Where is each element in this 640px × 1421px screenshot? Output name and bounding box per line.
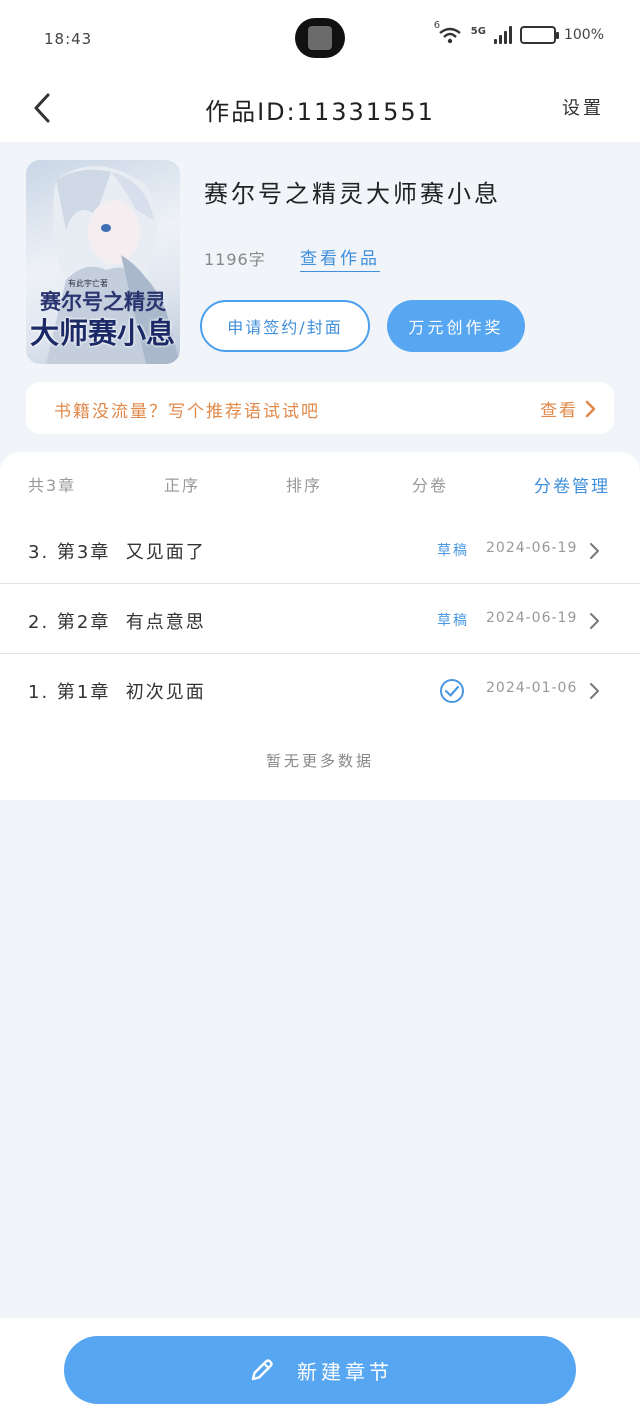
promo-text: 书籍没流量？写个推荐语试试吧 [54, 402, 320, 422]
promo-view-label: 查看 [540, 401, 578, 421]
chapter-toolbar: 共3章 正序 排序 分卷 分卷管理 [0, 452, 640, 514]
battery-icon [519, 26, 559, 44]
chapter-row[interactable]: 2. 第2章 有点意思 草稿 2024-06-19 [0, 584, 640, 654]
chevron-right-icon [590, 613, 599, 629]
signal-icon [493, 26, 512, 44]
book-cover[interactable]: 有此宇亡著 赛尔号之精灵 大师赛小息 [26, 160, 180, 364]
draft-badge: 草稿 [437, 543, 469, 559]
promo-view-button[interactable]: 查看 [540, 396, 596, 421]
chapter-title: 3. 第3章 又见面了 [28, 542, 206, 563]
draft-badge: 草稿 [437, 613, 469, 629]
status-bar: 18:43 6 5G 100% [0, 0, 640, 78]
settings-button[interactable]: 设置 [562, 94, 604, 120]
cover-title-line2: 大师赛小息 [30, 316, 176, 350]
chapter-date: 2024-06-19 [486, 610, 578, 626]
battery-percent: 100% [563, 27, 604, 43]
creation-award-button[interactable]: 万元创作奖 [387, 300, 525, 352]
view-work-link[interactable]: 查看作品 [300, 244, 380, 272]
new-chapter-button[interactable]: 新建章节 [64, 1336, 576, 1404]
chapter-count: 共3章 [28, 476, 77, 495]
published-check-icon [440, 679, 464, 703]
pencil-icon [251, 1359, 273, 1381]
chevron-right-icon [590, 683, 599, 699]
chapter-panel: 共3章 正序 排序 分卷 分卷管理 3. 第3章 又见面了 草稿 2024-06… [0, 452, 640, 800]
book-title: 赛尔号之精灵大师赛小息 [204, 180, 501, 208]
word-count: 1196字 [204, 250, 266, 269]
page-title: 作品ID:11331551 [205, 98, 435, 126]
bottom-bar: 新建章节 [0, 1318, 640, 1421]
status-icons: 6 5G 100% [434, 20, 604, 44]
promo-banner[interactable]: 书籍没流量？写个推荐语试试吧 查看 [26, 382, 614, 434]
list-end-text: 暂无更多数据 [265, 752, 374, 770]
new-chapter-label: 新建章节 [297, 1359, 393, 1384]
chevron-right-icon [585, 400, 596, 417]
wifi-icon: 6 [434, 20, 463, 44]
chapter-date: 2024-06-19 [486, 540, 578, 556]
sort-button[interactable]: 排序 [286, 472, 322, 496]
volume-button[interactable]: 分卷 [412, 472, 448, 496]
chapter-title: 1. 第1章 初次见面 [28, 682, 206, 703]
top-nav: 作品ID:11331551 设置 [0, 78, 640, 142]
network-label: 5G [470, 25, 486, 37]
apply-contract-button[interactable]: 申请签约/封面 [200, 300, 370, 352]
chapter-row[interactable]: 3. 第3章 又见面了 草稿 2024-06-19 [0, 514, 640, 584]
status-time: 18:43 [44, 30, 93, 48]
volume-manage-button[interactable]: 分卷管理 [534, 472, 610, 497]
wifi-badge: 6 [433, 20, 441, 31]
chapter-date: 2024-01-06 [486, 680, 578, 696]
front-camera [295, 18, 345, 58]
chapter-row[interactable]: 1. 第1章 初次见面 2024-01-06 [0, 654, 640, 724]
chapter-title: 2. 第2章 有点意思 [28, 612, 206, 633]
order-toggle[interactable]: 正序 [164, 472, 200, 496]
chevron-right-icon [590, 543, 599, 559]
